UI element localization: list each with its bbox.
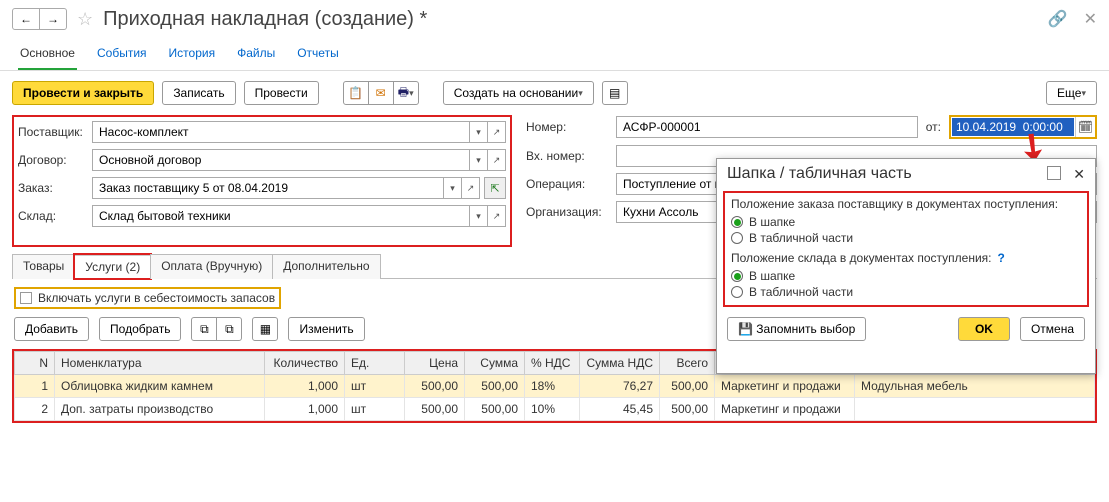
- dropdown-icon[interactable]: ▾: [469, 122, 487, 142]
- cancel-button[interactable]: Отмена: [1020, 317, 1085, 341]
- nav-tab-main[interactable]: Основное: [18, 42, 77, 70]
- supplier-label: Поставщик:: [18, 125, 92, 139]
- number-label: Номер:: [526, 120, 616, 134]
- table-row[interactable]: 2 Доп. затраты производство 1,000 шт 500…: [15, 398, 1095, 421]
- clipboard-paste-icon[interactable]: 📋: [343, 81, 369, 105]
- paste-rows-icon[interactable]: ⧉: [216, 317, 242, 341]
- col-total[interactable]: Всего: [660, 352, 715, 375]
- post-button[interactable]: Провести: [244, 81, 319, 105]
- tab-extra[interactable]: Дополнительно: [272, 254, 380, 279]
- supplier-input[interactable]: [93, 122, 469, 142]
- include-cost-checkbox[interactable]: [20, 292, 32, 304]
- ext-number-label: Вх. номер:: [526, 149, 616, 163]
- tab-services[interactable]: Услуги (2): [74, 254, 151, 279]
- open-ref-icon[interactable]: ↗: [487, 206, 505, 226]
- calendar-icon[interactable]: 🗓: [1075, 117, 1095, 137]
- warehouse-label: Склад:: [18, 209, 92, 223]
- order-label: Заказ:: [18, 181, 92, 195]
- close-window-icon[interactable]: ✕: [1084, 9, 1097, 29]
- number-field[interactable]: [616, 116, 918, 138]
- include-cost-label: Включать услуги в себестоимость запасов: [38, 291, 275, 305]
- remember-choice-button[interactable]: 💾 Запомнить выбор: [727, 317, 866, 341]
- order-input[interactable]: [93, 178, 443, 198]
- contract-input[interactable]: [93, 150, 469, 170]
- number-input[interactable]: [617, 117, 917, 137]
- copy-rows-icon[interactable]: ⧉: [191, 317, 217, 341]
- nav-tab-history[interactable]: История: [167, 42, 218, 70]
- create-based-button[interactable]: Создать на основании: [443, 81, 594, 105]
- table-row[interactable]: 1 Облицовка жидким камнем 1,000 шт 500,0…: [15, 375, 1095, 398]
- open-ref-icon[interactable]: ↗: [487, 122, 505, 142]
- link-icon[interactable]: 🔗: [1048, 9, 1068, 29]
- nav-tab-files[interactable]: Файлы: [235, 42, 277, 70]
- col-price[interactable]: Цена: [405, 352, 465, 375]
- tab-payment[interactable]: Оплата (Вручную): [150, 254, 273, 279]
- edit-button[interactable]: Изменить: [288, 317, 364, 341]
- add-row-button[interactable]: Добавить: [14, 317, 89, 341]
- order-in-header-radio[interactable]: [731, 216, 743, 228]
- col-item[interactable]: Номенклатура: [55, 352, 265, 375]
- col-n[interactable]: N: [15, 352, 55, 375]
- col-qty[interactable]: Количество: [265, 352, 345, 375]
- header-table-popup: Шапка / табличная часть ✕ Положение зака…: [716, 158, 1096, 374]
- page-title: Приходная накладная (создание) *: [103, 8, 427, 31]
- save-button[interactable]: Записать: [162, 81, 235, 105]
- warehouse-field[interactable]: ▾ ↗: [92, 205, 506, 227]
- open-ref-icon[interactable]: ↗: [487, 150, 505, 170]
- col-sum[interactable]: Сумма: [465, 352, 525, 375]
- from-label: от:: [926, 120, 941, 134]
- post-and-close-button[interactable]: Провести и закрыть: [12, 81, 154, 105]
- nav-forward-button[interactable]: →: [39, 8, 67, 30]
- nav-tab-reports[interactable]: Отчеты: [295, 42, 340, 70]
- col-unit[interactable]: Ед.: [345, 352, 405, 375]
- popup-title: Шапка / табличная часть: [727, 165, 912, 183]
- report-icon[interactable]: ▤: [602, 81, 628, 105]
- warehouse-position-label: Положение склада в документах поступлени…: [731, 251, 992, 265]
- star-icon[interactable]: ☆: [77, 9, 93, 30]
- col-vat-sum[interactable]: Сумма НДС: [580, 352, 660, 375]
- fill-icon[interactable]: ▦: [252, 317, 278, 341]
- ok-button[interactable]: OK: [958, 317, 1010, 341]
- pick-button[interactable]: Подобрать: [99, 317, 181, 341]
- nav-back-button[interactable]: ←: [12, 8, 40, 30]
- dropdown-icon[interactable]: ▾: [469, 206, 487, 226]
- supplier-field[interactable]: ▾ ↗: [92, 121, 506, 143]
- help-icon[interactable]: ?: [998, 251, 1005, 265]
- more-button[interactable]: Еще: [1046, 81, 1097, 105]
- org-label: Организация:: [526, 205, 616, 219]
- warehouse-in-header-radio[interactable]: [731, 270, 743, 282]
- order-position-label: Положение заказа поставщику в документах…: [731, 197, 1081, 211]
- mail-icon[interactable]: ✉: [368, 81, 394, 105]
- save-icon: 💾: [738, 322, 753, 336]
- order-field[interactable]: ▾ ↗: [92, 177, 480, 199]
- col-vat-pct[interactable]: % НДС: [525, 352, 580, 375]
- dropdown-icon[interactable]: ▾: [469, 150, 487, 170]
- date-field[interactable]: 🗓: [949, 115, 1097, 139]
- date-input[interactable]: [952, 118, 1074, 136]
- open-ref-icon[interactable]: ↗: [461, 178, 479, 198]
- popup-maximize-icon[interactable]: [1047, 166, 1061, 180]
- dropdown-icon[interactable]: ▾: [443, 178, 461, 198]
- operation-label: Операция:: [526, 177, 616, 191]
- nav-tab-events[interactable]: События: [95, 42, 149, 70]
- order-in-table-radio[interactable]: [731, 232, 743, 244]
- warehouse-input[interactable]: [93, 206, 469, 226]
- import-icon: ⇱: [490, 182, 499, 195]
- warehouse-in-table-radio[interactable]: [731, 286, 743, 298]
- contract-label: Договор:: [18, 153, 92, 167]
- popup-close-icon[interactable]: ✕: [1073, 166, 1085, 183]
- contract-field[interactable]: ▾ ↗: [92, 149, 506, 171]
- print-icon[interactable]: 🖶: [393, 81, 419, 105]
- tab-goods[interactable]: Товары: [12, 254, 75, 279]
- order-fill-button[interactable]: ⇱: [484, 177, 506, 199]
